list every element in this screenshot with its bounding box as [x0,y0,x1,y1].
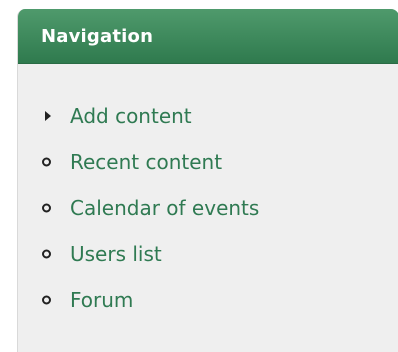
recent-content-link[interactable]: Recent content [70,150,222,174]
forum-link[interactable]: Forum [70,288,133,312]
calendar-of-events-link[interactable]: Calendar of events [70,196,259,220]
menu-item-add-content[interactable]: Add content [18,93,398,139]
block-header: Navigation [18,9,398,64]
bullet-icon [42,203,51,213]
bullet-icon [42,295,51,305]
navigation-menu: Add content Recent content Calendar of e… [18,93,398,323]
navigation-block: Navigation Add content Recent content Ca… [17,9,398,352]
menu-item-forum[interactable]: Forum [18,277,398,323]
add-content-link[interactable]: Add content [70,104,192,128]
menu-item-users-list[interactable]: Users list [18,231,398,277]
users-list-link[interactable]: Users list [70,242,162,266]
collapsed-triangle-icon [45,111,51,121]
block-title: Navigation [41,25,154,47]
bullet-icon [42,157,51,167]
menu-item-calendar-of-events[interactable]: Calendar of events [18,185,398,231]
menu-item-recent-content[interactable]: Recent content [18,139,398,185]
bullet-icon [42,249,51,259]
